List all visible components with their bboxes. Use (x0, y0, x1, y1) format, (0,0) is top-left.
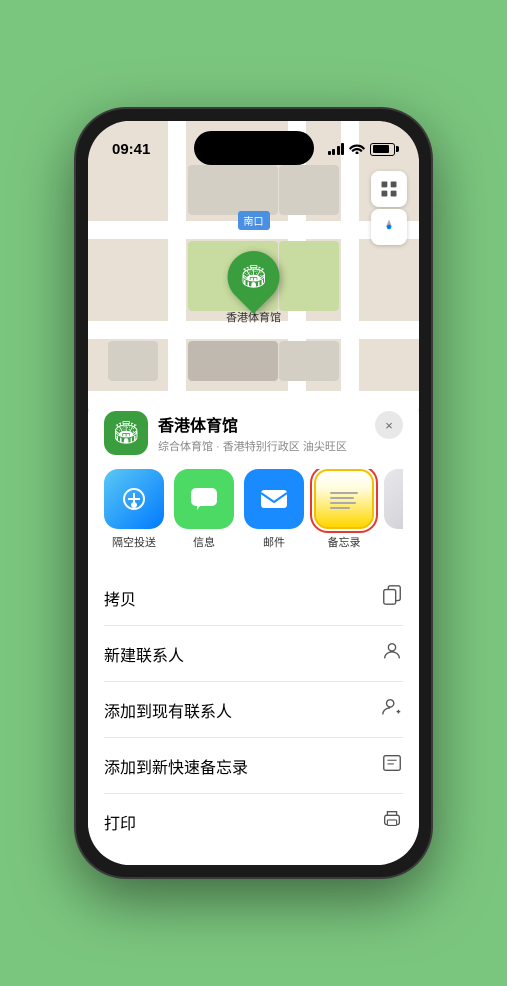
pin-circle: 🏟 (217, 240, 291, 314)
battery-icon (370, 143, 395, 156)
action-list: 拷贝 新建联系人 (104, 570, 403, 849)
more-icon (384, 469, 403, 529)
map-layers-button[interactable] (371, 171, 407, 207)
phone-screen: 09:41 (88, 121, 419, 865)
map-controls (371, 171, 407, 245)
share-item-message[interactable]: 信息 (174, 469, 234, 550)
action-quick-note-label: 添加到新快速备忘录 (104, 754, 248, 778)
action-copy-label: 拷贝 (104, 586, 136, 610)
print-icon (381, 808, 403, 835)
action-add-contact[interactable]: 添加到现有联系人 (104, 682, 403, 738)
location-button[interactable] (371, 209, 407, 245)
venue-subtitle: 综合体育馆 · 香港特别行政区 油尖旺区 (158, 438, 403, 454)
status-time: 09:41 (112, 141, 150, 158)
venue-info: 香港体育馆 综合体育馆 · 香港特别行政区 油尖旺区 (158, 412, 403, 454)
phone-frame: 09:41 (76, 109, 431, 877)
map-area[interactable]: 南口 🏟 香港体育馆 (88, 121, 419, 441)
venue-map-icon: 🏟 (240, 264, 268, 290)
notes-lines-icon (326, 486, 362, 513)
venue-header: 🏟 香港体育馆 综合体育馆 · 香港特别行政区 油尖旺区 × (104, 411, 403, 455)
venue-name: 香港体育馆 (158, 412, 403, 436)
status-icons (328, 142, 396, 157)
bottom-sheet: 🏟 香港体育馆 综合体育馆 · 香港特别行政区 油尖旺区 × (88, 395, 419, 865)
entrance-label: 南口 (238, 211, 270, 230)
action-copy[interactable]: 拷贝 (104, 570, 403, 626)
action-print-label: 打印 (104, 810, 136, 834)
venue-icon: 🏟 (104, 411, 148, 455)
message-icon (174, 469, 234, 529)
signal-icon (328, 143, 345, 155)
action-add-contact-label: 添加到现有联系人 (104, 698, 232, 722)
share-item-notes[interactable]: 备忘录 (314, 469, 374, 550)
airdrop-icon (104, 469, 164, 529)
add-contact-icon (381, 696, 403, 723)
notes-label: 备忘录 (328, 534, 361, 550)
close-button[interactable]: × (375, 411, 403, 439)
mail-label: 邮件 (263, 534, 285, 550)
action-new-contact[interactable]: 新建联系人 (104, 626, 403, 682)
share-item-mail[interactable]: 邮件 (244, 469, 304, 550)
action-new-contact-label: 新建联系人 (104, 642, 184, 666)
map-pin: 🏟 香港体育馆 (226, 251, 281, 325)
new-contact-icon (381, 640, 403, 667)
wifi-icon (349, 142, 365, 157)
action-quick-note[interactable]: 添加到新快速备忘录 (104, 738, 403, 794)
quick-note-icon (381, 752, 403, 779)
share-row: 隔空投送 信息 (104, 469, 403, 554)
share-item-airdrop[interactable]: 隔空投送 (104, 469, 164, 550)
copy-icon (381, 584, 403, 611)
mail-icon (244, 469, 304, 529)
dynamic-island (194, 131, 314, 165)
share-item-more[interactable]: 提 (384, 469, 403, 550)
action-print[interactable]: 打印 (104, 794, 403, 849)
airdrop-label: 隔空投送 (112, 534, 156, 550)
notes-icon (314, 469, 374, 529)
message-label: 信息 (193, 534, 215, 550)
